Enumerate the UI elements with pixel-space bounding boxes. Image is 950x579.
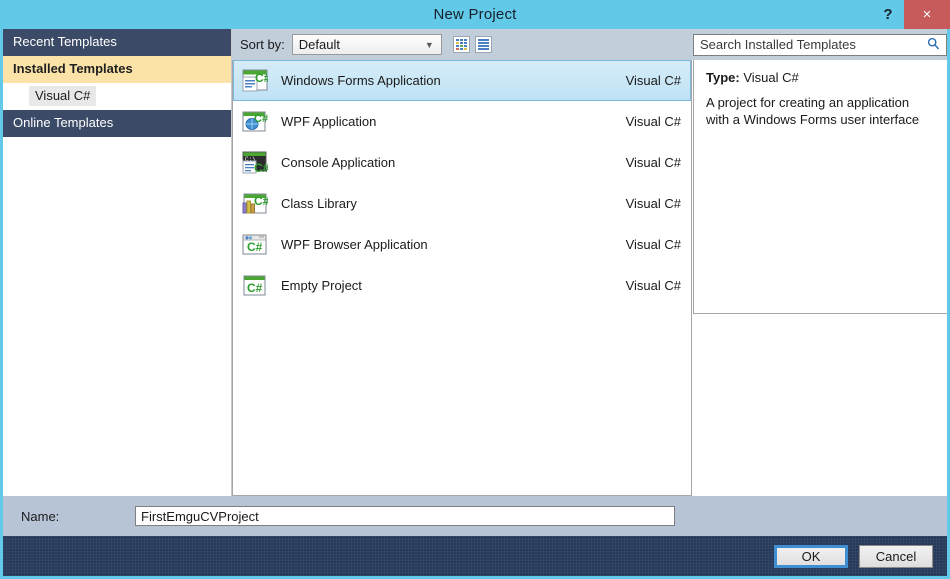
list-item-name: Empty Project bbox=[281, 278, 362, 293]
wpfbrowser-csharp-icon: C# bbox=[239, 232, 269, 258]
title-bar: New Project ? × bbox=[0, 0, 950, 29]
sidebar-item-label: Installed Templates bbox=[13, 61, 133, 76]
help-icon[interactable]: ? bbox=[872, 0, 904, 29]
list-item[interactable]: C# Windows Forms Application Visual C# bbox=[233, 60, 691, 101]
list-item-language: Visual C# bbox=[625, 278, 681, 293]
list-item[interactable]: C# WPF Browser Application Visual C# bbox=[233, 224, 691, 265]
winforms-csharp-icon: C# bbox=[239, 68, 269, 94]
list-item[interactable]: C# Empty Project Visual C# bbox=[233, 265, 691, 306]
sidebar-item-recent-templates[interactable]: Recent Templates bbox=[3, 29, 231, 56]
details-column: Search Installed Templates Type: Visual … bbox=[692, 29, 947, 496]
sidebar-item-label: Recent Templates bbox=[13, 34, 117, 49]
detail-type-row: Type: Visual C# bbox=[706, 70, 935, 85]
medium-icons-view-icon[interactable] bbox=[452, 36, 470, 53]
sidebar-item-label: Visual C# bbox=[29, 86, 97, 106]
svg-text:C#: C# bbox=[255, 71, 268, 85]
detail-type-value: Visual C# bbox=[743, 70, 799, 85]
sidebar-item-visual-csharp[interactable]: Visual C# bbox=[3, 83, 231, 110]
view-toggle-group bbox=[452, 36, 492, 53]
list-item[interactable]: C# Class Library Visual C# bbox=[233, 183, 691, 224]
list-item-name: Console Application bbox=[281, 155, 396, 170]
svg-text:C#: C# bbox=[247, 240, 263, 254]
ok-button[interactable]: OK bbox=[774, 544, 848, 568]
emptyproject-csharp-icon: C# bbox=[239, 273, 269, 299]
project-name-row: Name: FirstEmguCVProject bbox=[3, 496, 947, 536]
list-item-language: Visual C# bbox=[625, 237, 681, 252]
cancel-button[interactable]: Cancel bbox=[859, 544, 933, 568]
sidebar-item-online-templates[interactable]: Online Templates bbox=[3, 110, 231, 137]
templates-center-panel: Sort by: Default ▼ C Windows Forms Appli… bbox=[232, 29, 692, 496]
content-row: Recent Templates Installed Templates Vis… bbox=[3, 29, 947, 496]
sidebar-item-installed-templates[interactable]: Installed Templates bbox=[3, 56, 231, 83]
list-item-language: Visual C# bbox=[625, 196, 681, 211]
list-item-name: Class Library bbox=[281, 196, 357, 211]
svg-text:C#: C# bbox=[247, 281, 263, 295]
sort-by-select[interactable]: Default ▼ bbox=[291, 34, 442, 55]
list-item-language: Visual C# bbox=[625, 114, 681, 129]
console-csharp-icon: C:\ C# bbox=[239, 150, 269, 176]
search-placeholder: Search Installed Templates bbox=[700, 37, 856, 52]
wpf-csharp-icon: C# bbox=[239, 109, 269, 135]
window-controls: ? × bbox=[872, 0, 950, 29]
classlibrary-csharp-icon: C# bbox=[239, 191, 269, 217]
sort-by-label: Sort by: bbox=[240, 37, 285, 52]
close-icon[interactable]: × bbox=[904, 0, 950, 29]
list-item-language: Visual C# bbox=[625, 73, 681, 88]
new-project-dialog: New Project ? × Recent Templates Install… bbox=[0, 0, 950, 579]
dialog-body: Recent Templates Installed Templates Vis… bbox=[3, 29, 947, 496]
chevron-down-icon: ▼ bbox=[424, 39, 434, 50]
detail-description: A project for creating an application wi… bbox=[706, 95, 920, 127]
search-icon[interactable] bbox=[927, 37, 940, 53]
list-item-language: Visual C# bbox=[625, 155, 681, 170]
sidebar-item-label: Online Templates bbox=[13, 115, 114, 130]
list-item-name: Windows Forms Application bbox=[281, 73, 441, 88]
detail-type-label: Type: bbox=[706, 70, 740, 85]
list-item-name: WPF Browser Application bbox=[281, 237, 428, 252]
templates-sidebar: Recent Templates Installed Templates Vis… bbox=[3, 29, 232, 496]
list-view-icon[interactable] bbox=[474, 36, 492, 53]
search-bar: Search Installed Templates bbox=[692, 29, 947, 60]
svg-text:C#: C# bbox=[254, 194, 268, 208]
search-input[interactable]: Search Installed Templates bbox=[693, 33, 947, 56]
templates-list[interactable]: C# Windows Forms Application Visual C# bbox=[232, 60, 692, 496]
list-item-name: WPF Application bbox=[281, 114, 377, 129]
page-title: New Project bbox=[433, 6, 517, 23]
sort-by-value: Default bbox=[298, 37, 340, 52]
template-details-panel: Type: Visual C# A project for creating a… bbox=[693, 60, 947, 314]
list-item[interactable]: C:\ C# Console Application Visual C# bbox=[233, 142, 691, 183]
dialog-footer: OK Cancel bbox=[3, 536, 947, 576]
svg-text:C#: C# bbox=[254, 113, 268, 125]
svg-text:C#: C# bbox=[254, 161, 268, 175]
list-item[interactable]: C# WPF Application Visual C# bbox=[233, 101, 691, 142]
project-name-label: Name: bbox=[21, 508, 60, 524]
project-name-input[interactable]: FirstEmguCVProject bbox=[135, 506, 675, 526]
templates-toolbar: Sort by: Default ▼ bbox=[232, 29, 692, 60]
